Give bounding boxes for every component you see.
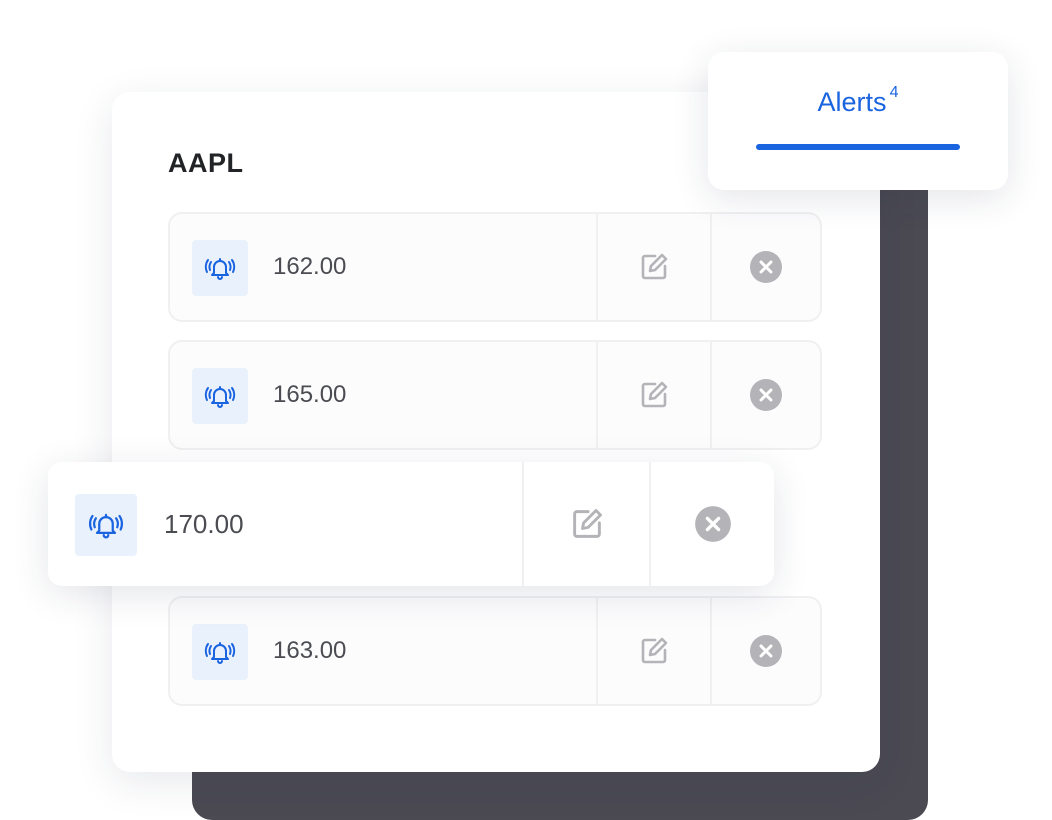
bell-ringing-icon (192, 368, 248, 424)
alert-row: 162.00 (168, 212, 822, 322)
alert-row: 163.00 (168, 596, 822, 706)
alert-row-dragging[interactable]: 170.00 (48, 462, 774, 586)
close-circle-icon (750, 251, 782, 283)
close-circle-icon (750, 379, 782, 411)
bell-ringing-icon (192, 240, 248, 296)
edit-alert-button[interactable] (596, 598, 710, 704)
bell-ringing-icon (75, 494, 137, 556)
alert-price: 162.00 (273, 253, 347, 280)
tab-alerts-label: Alerts (817, 87, 887, 117)
edit-alert-button[interactable] (522, 462, 649, 586)
alert-row: 165.00 (168, 340, 822, 450)
edit-alert-button[interactable] (596, 342, 710, 448)
delete-alert-button[interactable] (710, 598, 820, 704)
edit-icon (572, 509, 602, 538)
alerts-count-badge: 4 (889, 84, 899, 101)
alerts-card: AAPL 162.00 165.00 163.00 (112, 92, 880, 772)
bell-ringing-icon (192, 624, 248, 680)
tab-active-indicator (756, 144, 960, 150)
edit-icon (641, 381, 668, 408)
alert-price: 165.00 (273, 381, 347, 408)
delete-alert-button[interactable] (710, 214, 820, 320)
delete-alert-button[interactable] (710, 342, 820, 448)
edit-icon (641, 253, 668, 280)
tab-alerts[interactable]: Alerts 4 (756, 52, 960, 152)
close-circle-icon (694, 506, 731, 542)
delete-alert-button[interactable] (649, 462, 774, 586)
ticker-symbol: AAPL (168, 148, 244, 178)
alert-price: 170.00 (164, 509, 244, 539)
close-circle-icon (750, 635, 782, 667)
edit-alert-button[interactable] (596, 214, 710, 320)
alert-price: 163.00 (273, 637, 347, 664)
tab-bar: Alerts 4 (708, 52, 1008, 190)
edit-icon (641, 637, 668, 664)
